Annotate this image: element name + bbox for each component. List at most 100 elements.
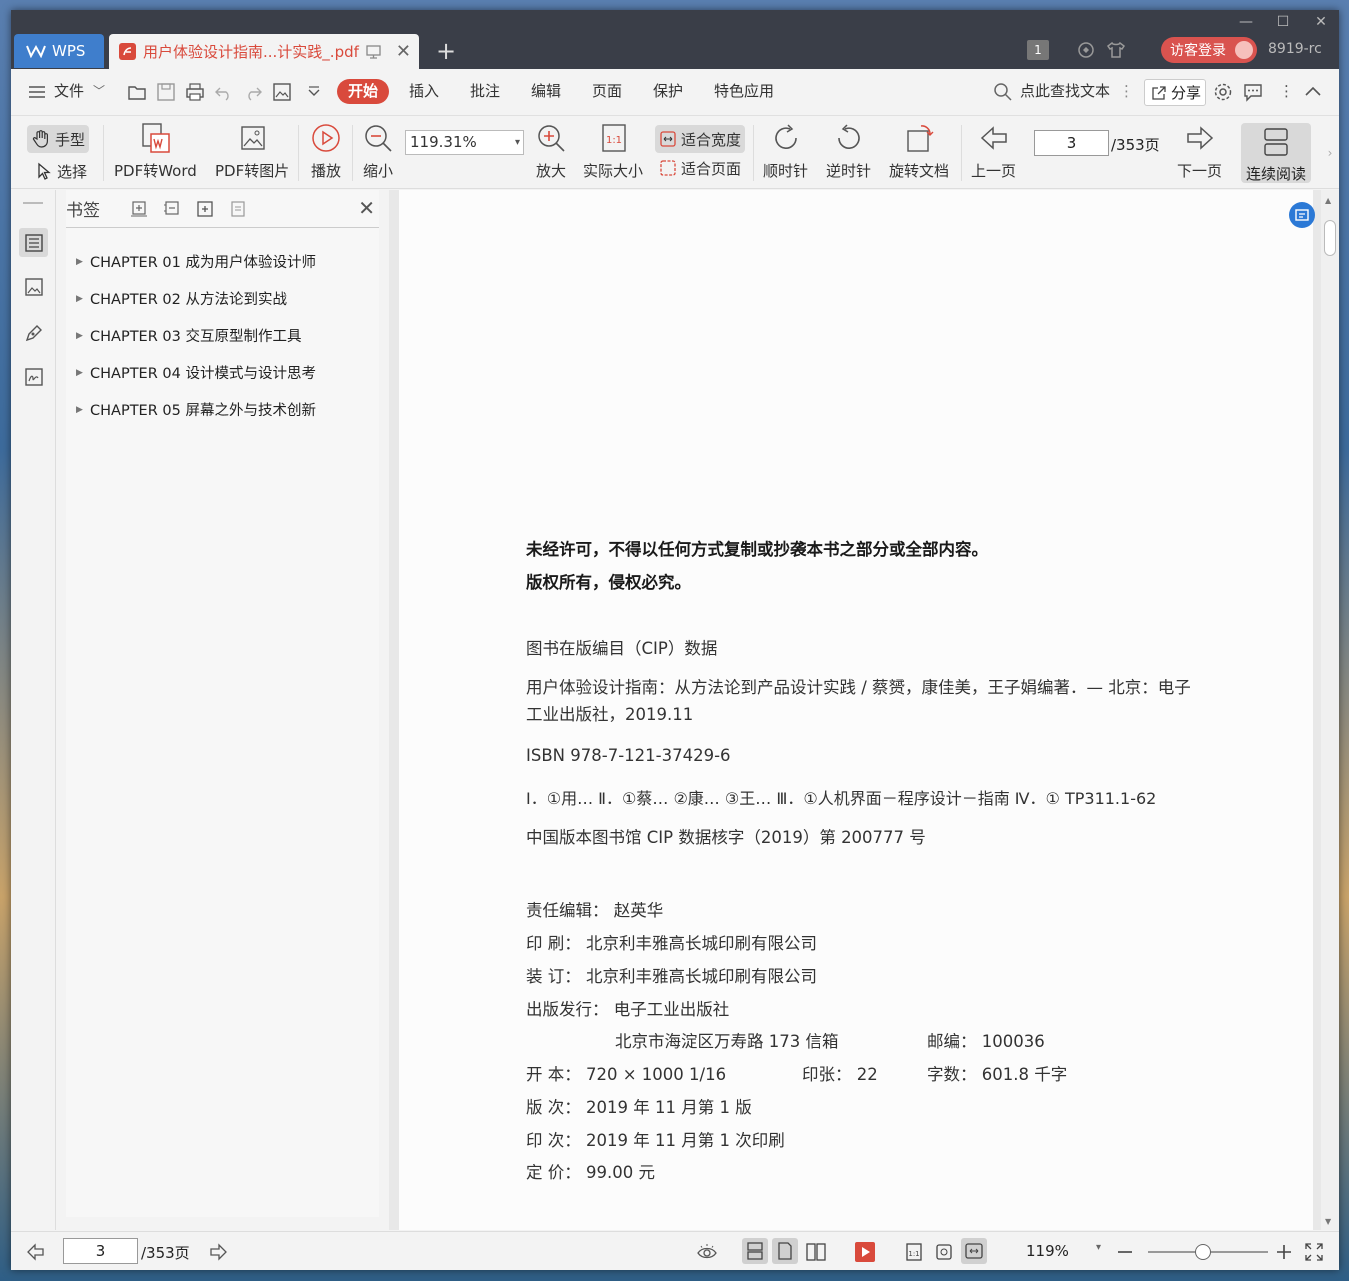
fit-page-status-icon[interactable] bbox=[933, 1241, 955, 1263]
bookmark-item[interactable]: ▶ CHAPTER 02 从方法论到实战 bbox=[66, 280, 379, 317]
fullscreen-icon[interactable] bbox=[1303, 1241, 1325, 1263]
undo-icon[interactable] bbox=[214, 82, 234, 102]
fit-width-button[interactable]: 适合宽度 bbox=[655, 125, 746, 153]
screen-icon[interactable] bbox=[366, 44, 381, 59]
wps-home-tab[interactable]: WPS bbox=[14, 34, 104, 68]
zoom-minus-icon[interactable] bbox=[1114, 1241, 1136, 1263]
pdf-to-word-button[interactable]: PDF转Word bbox=[114, 122, 197, 181]
expand-triangle-icon[interactable]: ▶ bbox=[76, 405, 90, 415]
guest-login-button[interactable]: 访客登录 bbox=[1161, 37, 1257, 63]
bookmark-panel-icon[interactable] bbox=[19, 228, 48, 257]
scroll-up-icon[interactable]: ▲ bbox=[1325, 196, 1331, 205]
fit-width-status-icon[interactable] bbox=[961, 1238, 987, 1264]
expand-triangle-icon[interactable]: ▶ bbox=[76, 368, 90, 378]
redo-icon[interactable] bbox=[243, 82, 263, 102]
zoom-slider-knob[interactable] bbox=[1195, 1244, 1211, 1260]
gear-icon[interactable] bbox=[1213, 82, 1233, 102]
delete-bookmark-icon[interactable] bbox=[229, 200, 249, 220]
expand-triangle-icon[interactable]: ▶ bbox=[76, 294, 90, 304]
status-page-input[interactable]: 3 bbox=[63, 1238, 138, 1264]
rotate-clockwise-button[interactable]: 顺时针 bbox=[763, 122, 808, 181]
minimize-icon[interactable]: — bbox=[1231, 12, 1261, 32]
tab-insert[interactable]: 插入 bbox=[409, 69, 439, 116]
add-bookmark-icon[interactable] bbox=[130, 200, 150, 220]
print-icon[interactable] bbox=[185, 82, 205, 102]
prev-page-icon[interactable] bbox=[24, 1241, 46, 1263]
next-page-icon[interactable] bbox=[208, 1241, 230, 1263]
scroll-down-icon[interactable]: ▼ bbox=[1325, 1217, 1331, 1226]
tab-annotate[interactable]: 批注 bbox=[470, 69, 500, 116]
skin-icon[interactable] bbox=[1106, 40, 1126, 60]
play-slideshow-icon[interactable] bbox=[854, 1241, 876, 1263]
eye-protection-icon[interactable] bbox=[696, 1241, 718, 1263]
zoom-dropdown-icon[interactable]: ▾ bbox=[1096, 1242, 1101, 1253]
comment-icon[interactable] bbox=[1243, 82, 1263, 102]
hamburger-menu-icon[interactable] bbox=[27, 82, 47, 102]
actual-size-status-icon[interactable]: 1:1 bbox=[903, 1241, 925, 1263]
close-tab-icon[interactable]: ✕ bbox=[396, 41, 411, 62]
more-options-icon[interactable]: ⋮ bbox=[1279, 69, 1294, 116]
file-menu[interactable]: 文件 bbox=[54, 69, 84, 116]
more-dropdown-icon[interactable] bbox=[304, 82, 324, 102]
document-tab[interactable]: 用户体验设计指南...计实践_.pdf ✕ bbox=[109, 34, 419, 69]
zoom-out-button[interactable]: 缩小 bbox=[362, 122, 394, 181]
hand-tool-button[interactable]: 手型 bbox=[27, 125, 90, 153]
share-button[interactable]: 分享 bbox=[1144, 79, 1206, 106]
find-text-field[interactable]: 点此查找文本 bbox=[1020, 69, 1110, 116]
continuous-view-icon[interactable] bbox=[742, 1238, 768, 1264]
tab-special[interactable]: 特色应用 bbox=[714, 69, 774, 116]
thumbnail-panel-icon[interactable] bbox=[19, 272, 48, 301]
floating-tool-button[interactable] bbox=[1289, 202, 1315, 228]
next-page-button[interactable]: 下一页 bbox=[1177, 122, 1222, 181]
vertical-scrollbar[interactable]: ▲ ▼ bbox=[1321, 190, 1339, 1230]
signature-panel-icon[interactable] bbox=[19, 362, 48, 391]
actual-size-button[interactable]: 1:1 实际大小 bbox=[583, 122, 643, 181]
fit-page-button[interactable]: 适合页面 bbox=[655, 154, 745, 182]
bookmark-item[interactable]: ▶ CHAPTER 03 交互原型制作工具 bbox=[66, 317, 379, 354]
expand-triangle-icon[interactable]: ▶ bbox=[76, 257, 90, 267]
new-tab-button[interactable]: + bbox=[434, 37, 458, 65]
tab-page[interactable]: 页面 bbox=[592, 69, 622, 116]
rotate-counterclockwise-button[interactable]: 逆时针 bbox=[826, 122, 871, 181]
close-panel-icon[interactable]: ✕ bbox=[358, 196, 375, 220]
export-image-icon[interactable] bbox=[272, 82, 292, 102]
window-count-badge[interactable]: 1 bbox=[1027, 40, 1049, 60]
chevron-down-icon[interactable]: ﹀ bbox=[93, 69, 105, 116]
tab-edit[interactable]: 编辑 bbox=[531, 69, 561, 116]
save-icon[interactable] bbox=[156, 82, 176, 102]
tab-protect[interactable]: 保护 bbox=[653, 69, 683, 116]
pdf-to-image-button[interactable]: PDF转图片 bbox=[215, 122, 289, 181]
bookmark-item[interactable]: ▶ CHAPTER 04 设计模式与设计思考 bbox=[66, 354, 379, 391]
close-window-icon[interactable]: ✕ bbox=[1306, 12, 1336, 32]
expand-triangle-icon[interactable]: ▶ bbox=[76, 331, 90, 341]
rail-handle[interactable] bbox=[23, 202, 43, 204]
document-view[interactable]: 未经许可，不得以任何方式复制或抄袭本书之部分或全部内容。 版权所有，侵权必究。 … bbox=[389, 190, 1339, 1230]
bookmark-item[interactable]: ▶ CHAPTER 05 屏幕之外与技术创新 bbox=[66, 391, 379, 428]
maximize-icon[interactable]: ☐ bbox=[1268, 12, 1298, 32]
single-page-view-icon[interactable] bbox=[772, 1238, 798, 1264]
open-folder-icon[interactable] bbox=[127, 82, 147, 102]
search-icon[interactable] bbox=[993, 82, 1013, 102]
scrollbar-thumb[interactable] bbox=[1324, 220, 1336, 256]
collapse-ribbon-icon[interactable] bbox=[1303, 82, 1323, 102]
continuous-read-button[interactable]: 连续阅读 bbox=[1241, 123, 1311, 183]
ribbon-scroll-right-icon[interactable]: › bbox=[1322, 121, 1338, 185]
sync-icon[interactable] bbox=[1076, 40, 1096, 60]
two-page-view-icon[interactable] bbox=[805, 1241, 827, 1263]
play-button[interactable]: 播放 bbox=[310, 122, 342, 181]
zoom-in-button[interactable]: 放大 bbox=[535, 122, 567, 181]
zoom-plus-icon[interactable] bbox=[1273, 1241, 1295, 1263]
zoom-select[interactable]: 119.31% bbox=[405, 130, 524, 155]
bookmark-item[interactable]: ▶ CHAPTER 01 成为用户体验设计师 bbox=[66, 243, 379, 280]
page-number-input[interactable]: 3 bbox=[1034, 130, 1109, 156]
rotate-document-button[interactable]: 旋转文档 bbox=[889, 122, 949, 181]
zoom-slider[interactable] bbox=[1148, 1244, 1268, 1260]
add-child-bookmark-icon[interactable] bbox=[163, 200, 183, 220]
more-vertical-icon[interactable]: ⋮ bbox=[1119, 69, 1134, 116]
annotation-panel-icon[interactable] bbox=[19, 318, 48, 347]
previous-page-button[interactable]: 上一页 bbox=[971, 122, 1016, 181]
zoom-percentage[interactable]: 119% bbox=[1026, 1242, 1069, 1260]
expand-bookmark-icon[interactable] bbox=[196, 200, 216, 220]
tab-start[interactable]: 开始 bbox=[337, 79, 390, 104]
select-tool-button[interactable]: 选择 bbox=[31, 157, 91, 185]
